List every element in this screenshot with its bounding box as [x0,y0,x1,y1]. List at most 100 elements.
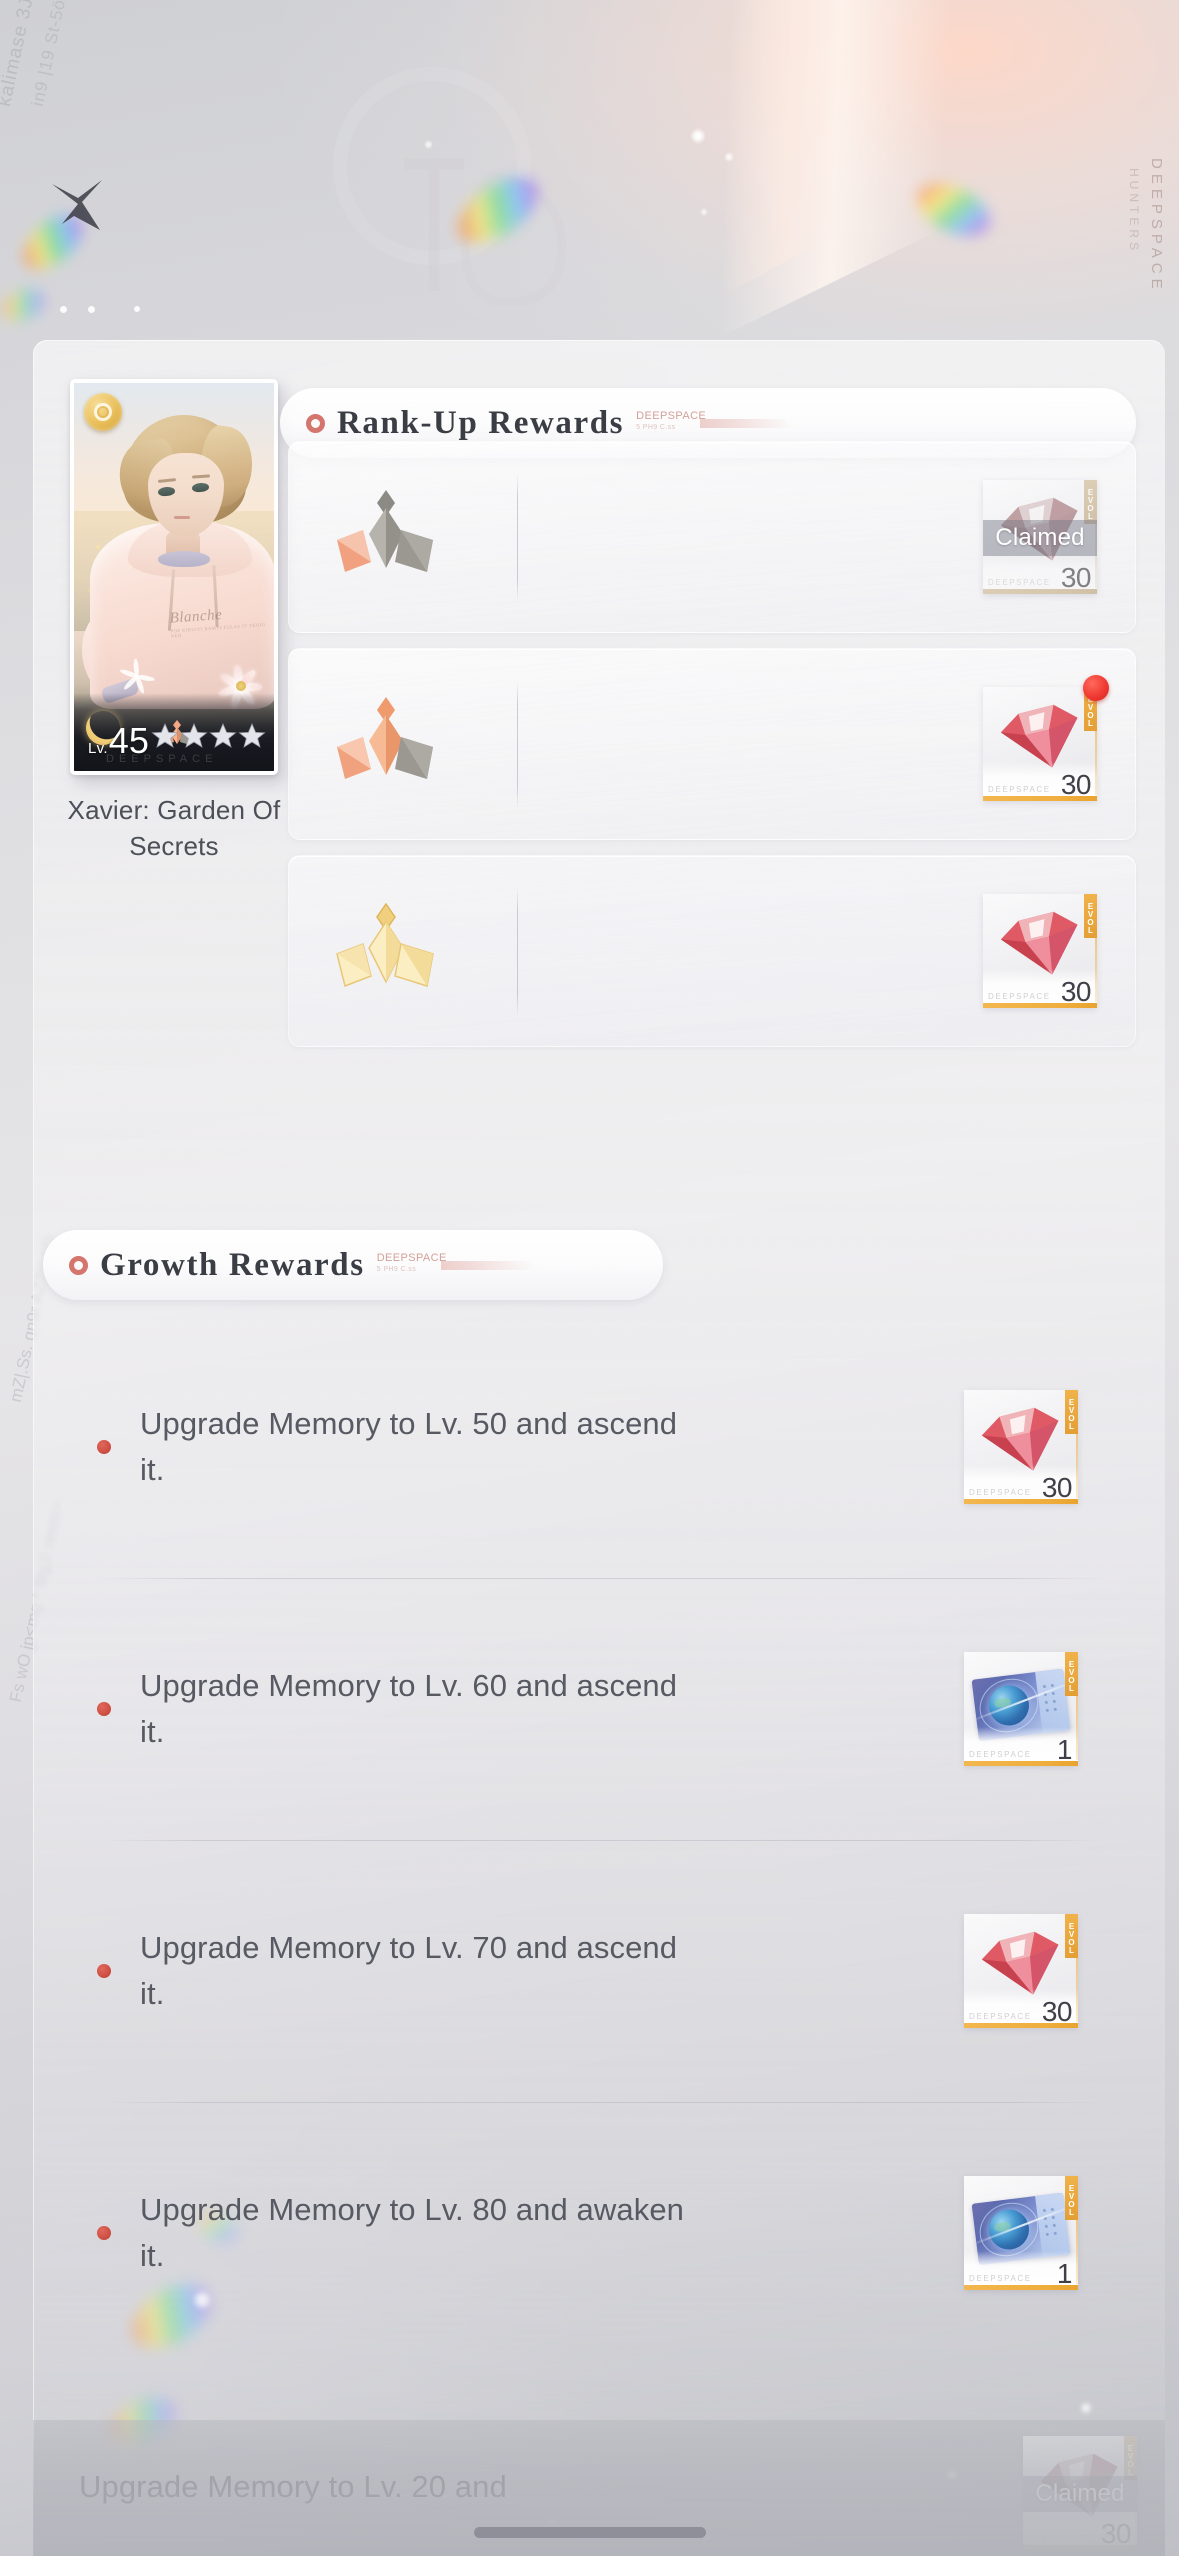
app-screen: kalimase 3JA-a-d-w in9 |19 St-5ö, dmP7@ … [0,0,1179,2556]
sparkle-decoration [424,140,433,149]
watermark-top-left-line1: kalimase 3JA-a-d-w [0,0,53,109]
growth-reward-slot[interactable]: DEEPSPACE 30 EVOL Claimed [1023,2436,1137,2550]
growth-reward-slot[interactable]: DEEPSPACE 1 EVOL [964,1652,1078,1766]
growth-task-text: Upgrade Memory to Lv. 70 and ascend it. [140,1930,678,2011]
section-brand-watermark: DEEPSPACE 5 PH9 C.ss [636,406,795,440]
tile-brand-watermark: DEEPSPACE [969,2274,1032,2283]
row-divider [517,681,518,809]
reward-quantity: 30 [1100,2518,1132,2549]
reward-quantity: 30 [1041,1472,1073,1503]
prism-flare-decoration [0,283,50,327]
rankup-reward-slot[interactable]: DEEPSPACE 30 EVOL [983,894,1097,1008]
background-logo-watermark [333,67,567,306]
tile-brand-watermark: DEEPSPACE [988,992,1051,1001]
star-icon [209,723,237,748]
rank-tier-silver-icon [337,490,433,572]
memory-type-badge-icon [84,393,122,431]
section-marker-icon [306,413,325,433]
reward-quantity: 1 [1056,1734,1073,1765]
bullet-icon [97,2226,111,2240]
evol-label: EVOL [1065,1652,1078,1696]
memory-card[interactable]: Blanche POE KIRUIYI RAMYI FULAS JY YEOIG… [70,379,278,775]
reward-item-tile[interactable]: DEEPSPACE 30 EVOL [964,1390,1078,1504]
rank-tier-gold-icon [336,902,434,988]
watermark-deepspace-vertical: DEEPSPACE [1148,158,1165,294]
claimed-overlay: Claimed [983,520,1097,556]
prism-flare-decoration [446,164,550,256]
reward-quantity: 30 [1060,769,1092,800]
sparkle-decoration [724,152,734,162]
rankup-rewards-list: DEEPSPACE 30 EVOL Claimed DEEPSPACE 30 E… [288,441,1136,1062]
sparkle-decoration [700,208,708,216]
growth-rewards-title: Growth Rewards [100,1246,365,1283]
tile-brand-watermark: DEEPSPACE [1028,2534,1091,2543]
reward-quantity: 30 [1041,1996,1073,2027]
sparkle-decoration [690,128,706,144]
reward-item-tile[interactable]: DEEPSPACE 1 EVOL [964,1652,1078,1766]
reward-item-tile[interactable]: DEEPSPACE 30 EVOL Claimed [1023,2436,1137,2550]
row-divider [517,474,518,602]
watermark-hunters-vertical: HUNTERS [1127,168,1141,255]
evol-label: EVOL [1065,2176,1078,2220]
rewards-panel: Blanche POE KIRUIYI RAMYI FULAS JY YEOIG… [33,340,1165,2556]
star-icon [180,723,208,748]
growth-rewards-header: Growth Rewards DEEPSPACE 5 PH9 C.ss [43,1230,663,1300]
bullet-icon [97,1702,111,1716]
watermark-top-left-line2: in9 |19 St-5ö, dmP7@ 4.21mA-D [28,0,104,108]
growth-row[interactable]: Upgrade Memory to Lv. 50 and ascend it. [64,1316,1136,1578]
growth-row[interactable]: Upgrade Memory to Lv. 60 and ascend it. [64,1578,1136,1840]
memory-card-frame[interactable]: Blanche POE KIRUIYI RAMYI FULAS JY YEOIG… [70,379,278,775]
section-brand-watermark: DEEPSPACE 5 PH9 C.ss [377,1248,535,1282]
star-icon [151,723,179,748]
reward-item-tile[interactable]: DEEPSPACE 30 EVOL Claimed [983,480,1097,594]
reward-quantity: 30 [1060,976,1092,1007]
prism-flare-decoration [909,173,999,247]
growth-task-text: Upgrade Memory to Lv. 80 and awaken it. [140,2192,685,2273]
growth-reward-slot[interactable]: DEEPSPACE 30 EVOL [964,1390,1078,1504]
rank-tier-orange-icon [337,697,433,779]
bullet-icon [97,1964,111,1978]
growth-task-text: Upgrade Memory to Lv. 20 and [79,2469,507,2504]
section-marker-icon [69,1255,88,1275]
evol-label: EVOL [1124,2436,1137,2480]
reward-item-tile[interactable]: DEEPSPACE 30 EVOL [983,675,1109,801]
growth-reward-slot[interactable]: DEEPSPACE 30 EVOL [964,1914,1078,2028]
growth-rewards-list: Upgrade Memory to Lv. 50 and ascend it. [64,1316,1136,2364]
tile-brand-watermark: DEEPSPACE [969,2012,1032,2021]
growth-row[interactable]: Upgrade Memory to Lv. 80 and awaken it. [64,2102,1136,2364]
rankup-reward-slot[interactable]: DEEPSPACE 30 EVOL Claimed [983,480,1097,594]
claimed-overlay: Claimed [1023,2476,1137,2512]
memory-level-value: 45 [108,720,149,761]
tile-brand-watermark: DEEPSPACE [969,1488,1032,1497]
tile-brand-watermark: DEEPSPACE [988,578,1051,587]
memory-rarity-stars [151,723,266,749]
growth-task-text: Upgrade Memory to Lv. 60 and ascend it. [140,1668,678,1749]
rankup-row[interactable]: DEEPSPACE 30 EVOL Claimed [288,441,1136,633]
growth-reward-slot[interactable]: DEEPSPACE 1 EVOL [964,2176,1078,2290]
reward-item-tile[interactable]: DEEPSPACE 1 EVOL [964,2176,1078,2290]
row-divider [517,888,518,1016]
memory-card-name: Xavier: Garden Of Secrets [67,795,281,861]
evol-label: EVOL [1065,1914,1078,1958]
growth-row[interactable]: Upgrade Memory to Lv. 70 and ascend it. [64,1840,1136,2102]
rankup-reward-slot[interactable]: DEEPSPACE 30 EVOL [983,675,1109,801]
rankup-row[interactable]: DEEPSPACE 30 EVOL [288,855,1136,1047]
tile-brand-watermark: DEEPSPACE [988,785,1051,794]
evol-label: EVOL [1084,894,1097,938]
rankup-rewards-title: Rank-Up Rewards [337,404,625,441]
dot-decoration [60,306,180,314]
card-brand-watermark: DEEPSPACE [106,753,218,765]
memory-level-label: Lv. [88,740,108,757]
light-streak-secondary-decoration [409,0,1169,387]
tile-brand-watermark: DEEPSPACE [969,1750,1032,1759]
bird-glyph-icon [52,180,102,230]
evol-label: EVOL [1084,480,1097,524]
evol-label: EVOL [1065,1390,1078,1434]
reward-item-tile[interactable]: DEEPSPACE 30 EVOL [983,894,1097,1008]
reward-quantity: 30 [1060,562,1092,593]
star-icon [238,723,266,748]
rankup-row[interactable]: DEEPSPACE 30 EVOL [288,648,1136,840]
home-indicator[interactable] [473,2527,706,2538]
reward-item-tile[interactable]: DEEPSPACE 30 EVOL [964,1914,1078,2028]
prism-flare-decoration [13,204,93,280]
